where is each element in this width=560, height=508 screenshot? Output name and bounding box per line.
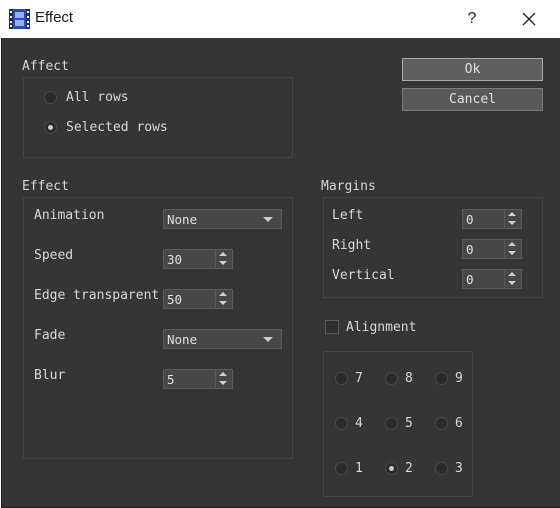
margin-right-value: 0: [466, 242, 474, 257]
arrow-down-icon: [219, 301, 227, 305]
align-6-radio[interactable]: [435, 417, 448, 430]
align-7-label: 7: [355, 371, 363, 386]
align-2-radio[interactable]: [385, 462, 398, 475]
alignment-checkbox[interactable]: [325, 320, 339, 334]
close-button[interactable]: [505, 0, 553, 38]
align-6-label: 6: [455, 416, 463, 431]
fade-value: None: [167, 332, 198, 347]
align-8-radio[interactable]: [385, 372, 398, 385]
margin-vertical-spinbox[interactable]: 0: [462, 269, 522, 289]
selected-rows-radio[interactable]: [44, 121, 57, 134]
margin-left-spinbox[interactable]: 0: [462, 209, 522, 229]
speed-spinbox[interactable]: 30: [163, 249, 233, 269]
align-5-radio[interactable]: [385, 417, 398, 430]
edge-transparent-spinbox[interactable]: 50: [163, 289, 233, 309]
edge-transparent-value: 50: [167, 292, 183, 307]
title-bar: Effect ?: [0, 0, 560, 38]
animation-select[interactable]: None: [163, 209, 282, 229]
margin-right-spinbox[interactable]: 0: [462, 239, 522, 259]
close-icon: [522, 12, 536, 26]
chevron-down-icon: [263, 337, 273, 342]
margin-left-stepper[interactable]: [504, 210, 521, 228]
margin-vertical-value: 0: [466, 272, 474, 287]
help-button[interactable]: ?: [452, 0, 492, 38]
alignment-label: Alignment: [346, 320, 417, 335]
align-1-label: 1: [355, 461, 363, 476]
margin-right-stepper[interactable]: [504, 240, 521, 258]
film-icon: [9, 9, 30, 29]
align-9-label: 9: [455, 371, 463, 386]
arrow-up-icon: [219, 252, 227, 256]
arrow-up-icon: [219, 372, 227, 376]
align-8-label: 8: [405, 371, 413, 386]
align-4-radio[interactable]: [335, 417, 348, 430]
align-3-label: 3: [455, 461, 463, 476]
fade-label: Fade: [34, 328, 66, 343]
ok-button[interactable]: Ok: [402, 58, 543, 81]
effect-group-label: Effect: [22, 179, 69, 194]
speed-value: 30: [167, 252, 183, 267]
chevron-down-icon: [263, 217, 273, 222]
margin-vertical-label: Vertical: [332, 268, 395, 283]
arrow-down-icon: [508, 221, 516, 225]
align-5-label: 5: [405, 416, 413, 431]
blur-label: Blur: [34, 368, 66, 383]
align-7-radio[interactable]: [335, 372, 348, 385]
blur-spinbox[interactable]: 5: [163, 369, 233, 389]
affect-group: [23, 77, 293, 158]
speed-label: Speed: [34, 248, 74, 263]
margin-right-label: Right: [332, 238, 372, 253]
margins-group-label: Margins: [321, 179, 376, 194]
fade-select[interactable]: None: [163, 329, 282, 349]
dialog-body: Affect All rows Selected rows Ok Cancel …: [1, 38, 560, 508]
animation-value: None: [167, 212, 198, 227]
arrow-down-icon: [508, 251, 516, 255]
affect-group-label: Affect: [22, 59, 69, 74]
arrow-down-icon: [508, 281, 516, 285]
speed-stepper[interactable]: [215, 250, 232, 268]
align-2-label: 2: [405, 461, 413, 476]
all-rows-label: All rows: [66, 90, 129, 105]
blur-value: 5: [167, 372, 175, 387]
help-icon: ?: [467, 10, 477, 27]
arrow-down-icon: [219, 261, 227, 265]
all-rows-radio[interactable]: [44, 91, 57, 104]
cancel-button[interactable]: Cancel: [402, 88, 543, 111]
selected-rows-label: Selected rows: [66, 120, 168, 135]
arrow-up-icon: [219, 292, 227, 296]
align-1-radio[interactable]: [335, 462, 348, 475]
edge-transparent-stepper[interactable]: [215, 290, 232, 308]
align-3-radio[interactable]: [435, 462, 448, 475]
blur-stepper[interactable]: [215, 370, 232, 388]
margin-vertical-stepper[interactable]: [504, 270, 521, 288]
animation-label: Animation: [34, 208, 105, 223]
arrow-up-icon: [508, 242, 516, 246]
edge-transparent-label: Edge transparent: [34, 288, 160, 303]
arrow-up-icon: [508, 212, 516, 216]
align-9-radio[interactable]: [435, 372, 448, 385]
arrow-down-icon: [219, 381, 227, 385]
margin-left-value: 0: [466, 212, 474, 227]
window-title: Effect: [35, 9, 74, 26]
arrow-up-icon: [508, 272, 516, 276]
margin-left-label: Left: [332, 208, 364, 223]
align-4-label: 4: [355, 416, 363, 431]
